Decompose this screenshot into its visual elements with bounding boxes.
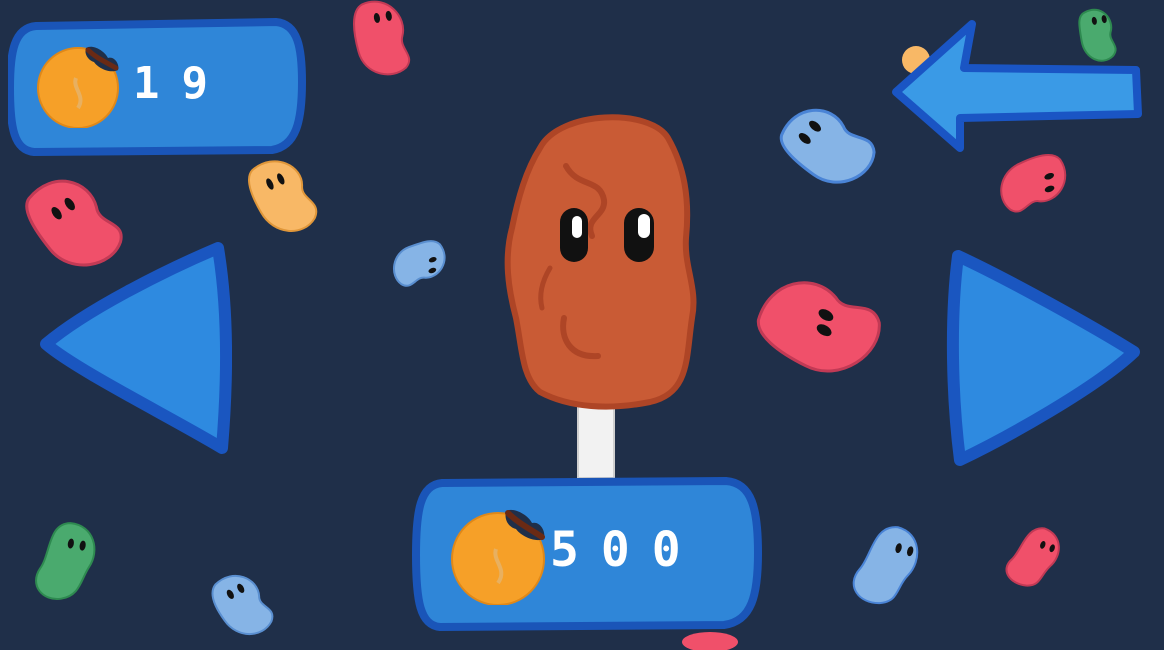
bean-red-top: [353, 0, 411, 76]
game-screen: 19 500: [0, 0, 1164, 650]
bean-red-big: [756, 281, 881, 373]
bitten-cookie-coin-icon: [37, 46, 119, 128]
bean-green-bottom: [35, 522, 96, 600]
bean-red-peek-bottom: [682, 632, 738, 650]
bean-red-right: [1000, 154, 1067, 213]
coin-count: 19: [133, 58, 230, 109]
bitten-cookie-coin-icon: [451, 509, 545, 605]
buy-button[interactable]: 500: [412, 475, 764, 633]
back-button[interactable]: [892, 18, 1144, 158]
bean-red-bottom-right: [1005, 527, 1060, 587]
bean-blue-bottom-left: [211, 574, 274, 635]
triangle-right-icon: [946, 250, 1140, 466]
triangle-left-icon: [40, 242, 232, 454]
arrow-left-icon: [892, 20, 1142, 152]
bean-blue-small: [393, 240, 446, 287]
bean-blue-right: [779, 108, 876, 184]
shop-item[interactable]: [500, 108, 710, 480]
bean-yellow: [247, 160, 318, 232]
bean-blue-bottom-right: [852, 526, 919, 605]
next-button[interactable]: [946, 248, 1144, 468]
chocolate-popsicle-character: [504, 114, 697, 410]
item-price: 500: [550, 522, 703, 578]
prev-button[interactable]: [36, 240, 232, 460]
coin-counter: 19: [8, 18, 306, 156]
